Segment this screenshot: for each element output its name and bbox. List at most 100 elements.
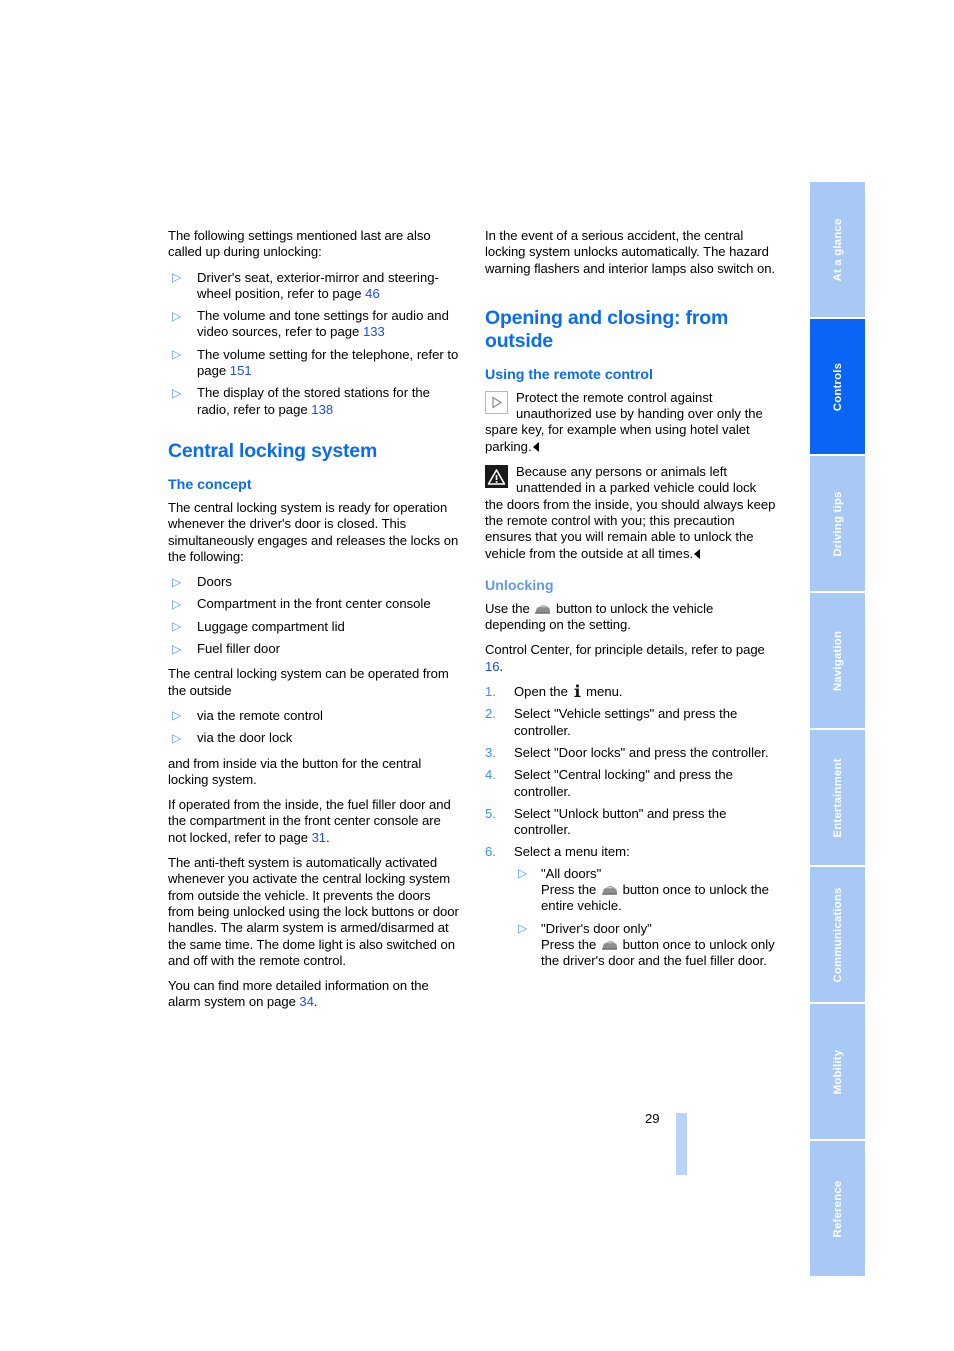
page-reference-link[interactable]: 16 bbox=[485, 659, 500, 674]
step-number: 5. bbox=[485, 805, 496, 821]
list-item: ▷ via the remote control bbox=[168, 708, 459, 724]
triangle-bullet-icon: ▷ bbox=[172, 596, 182, 611]
concept-paragraph: The central locking system is ready for … bbox=[168, 499, 459, 564]
triangle-bullet-icon: ▷ bbox=[518, 921, 528, 936]
step-number: 1. bbox=[485, 684, 496, 700]
list-item: ▷ via the door lock bbox=[168, 730, 459, 746]
triangle-bullet-icon: ▷ bbox=[172, 708, 182, 723]
subheading-unlocking: Unlocking bbox=[485, 577, 554, 594]
triangle-bullet-icon: ▷ bbox=[172, 347, 182, 362]
triangle-bullet-icon: ▷ bbox=[518, 866, 528, 881]
warning-triangle-icon bbox=[485, 465, 508, 489]
sidebar-item-label: At a glance bbox=[831, 218, 844, 281]
control-center-paragraph: Control Center, for principle details, r… bbox=[485, 642, 776, 675]
section-title-opening-closing: Opening and closing: from outside bbox=[485, 306, 729, 352]
page-reference-link[interactable]: 46 bbox=[365, 286, 380, 301]
end-of-warning-marker bbox=[694, 548, 701, 559]
list-item: 5. Select "Unlock button" and press the c… bbox=[485, 806, 776, 839]
alarm-text-end: . bbox=[313, 994, 318, 1010]
page-reference-link[interactable]: 31 bbox=[312, 830, 327, 845]
step-text: Select a menu item: bbox=[514, 844, 630, 860]
sidebar-item-communications[interactable]: Communications bbox=[810, 867, 865, 1002]
sidebar-item-at-a-glance[interactable]: At a glance bbox=[810, 182, 865, 317]
menu-item-title: "All doors" bbox=[541, 865, 602, 881]
triangle-bullet-icon: ▷ bbox=[172, 730, 182, 745]
step-text: Select "Door locks" and press the contro… bbox=[514, 744, 769, 760]
operated-paragraph: The central locking system can be operat… bbox=[168, 666, 449, 698]
step-number: 3. bbox=[485, 744, 496, 760]
list-item: 3. Select "Door locks" and press the cont… bbox=[485, 745, 776, 761]
page-reference-link[interactable]: 133 bbox=[363, 324, 385, 339]
concept-bullet-list: ▷ Doors ▷ Compartment in the front cente… bbox=[168, 574, 459, 657]
sidebar-item-mobility[interactable]: Mobility bbox=[810, 1004, 865, 1139]
page-number-bar bbox=[676, 1113, 687, 1175]
list-item-text: Compartment in the front center console bbox=[197, 596, 431, 612]
page-reference-link[interactable]: 138 bbox=[311, 402, 333, 417]
list-item: ▷ Driver's seat, exterior-mirror and ste… bbox=[168, 270, 459, 303]
triangle-bullet-icon: ▷ bbox=[172, 619, 182, 634]
sidebar-item-label: Communications bbox=[831, 886, 844, 983]
warning-callout: Because any persons or animals left unat… bbox=[485, 464, 776, 562]
list-item: ▷ Fuel filler door bbox=[168, 641, 459, 657]
antitheft-paragraph: The anti-theft system is automatically a… bbox=[168, 855, 459, 968]
list-item-text: via the door lock bbox=[197, 730, 293, 746]
list-item-text: The volume and tone settings for audio a… bbox=[197, 308, 449, 340]
alarm-paragraph: You can find more detailed information o… bbox=[168, 978, 459, 1011]
list-item: ▷ Doors bbox=[168, 574, 459, 590]
subheading-using-remote-control: Using the remote control bbox=[485, 366, 653, 383]
page-title: Central locking system bbox=[168, 439, 378, 462]
list-item: 1. Open the menu. bbox=[485, 684, 776, 700]
control-center-text-end: . bbox=[499, 658, 504, 674]
use-button-paragraph: Use the button to unlock the vehicle dep… bbox=[485, 601, 776, 634]
car-unlock-button-icon bbox=[601, 939, 618, 951]
page-number: 29 bbox=[645, 1111, 660, 1126]
triangle-bullet-icon: ▷ bbox=[172, 308, 182, 323]
end-of-note-marker bbox=[532, 441, 539, 452]
list-item: 4. Select "Central locking" and press the… bbox=[485, 767, 776, 800]
sidebar-item-reference[interactable]: Reference bbox=[810, 1141, 865, 1276]
note-callout: Protect the remote control against unaut… bbox=[485, 390, 776, 455]
fuel-filler-text-end: . bbox=[326, 829, 330, 845]
sidebar-item-driving-tips[interactable]: Driving tips bbox=[810, 456, 865, 591]
list-item: ▷ Compartment in the front center consol… bbox=[168, 596, 459, 612]
subheading-the-concept: The concept bbox=[168, 476, 252, 493]
step-number: 2. bbox=[485, 706, 496, 722]
list-item-text: Fuel filler door bbox=[197, 641, 280, 657]
section-tab-rail: At a glance Controls Driving tips Naviga… bbox=[810, 182, 865, 1276]
sidebar-item-label: Reference bbox=[831, 1180, 844, 1237]
list-item: ▷ The volume and tone settings for audio… bbox=[168, 308, 459, 341]
sidebar-item-label: Driving tips bbox=[831, 490, 844, 557]
sidebar-item-controls[interactable]: Controls bbox=[810, 319, 865, 454]
use-button-text-pre: Use the bbox=[485, 600, 534, 616]
car-unlock-button-icon bbox=[601, 884, 618, 896]
control-center-text: Control Center, for principle details, r… bbox=[485, 642, 765, 658]
left-column: The following settings mentioned last ar… bbox=[168, 228, 459, 1020]
fuel-filler-text: If operated from the inside, the fuel fi… bbox=[168, 797, 451, 845]
list-item: ▷ Luggage compartment lid bbox=[168, 619, 459, 635]
step-text-post: menu. bbox=[582, 684, 623, 700]
menu-item-list: ▷ "All doors" Press the button once to u… bbox=[514, 866, 776, 970]
list-item-text: Driver's seat, exterior-mirror and steer… bbox=[197, 269, 439, 301]
sidebar-item-label: Navigation bbox=[831, 630, 844, 691]
list-item: ▷ The display of the stored stations for… bbox=[168, 385, 459, 418]
accident-paragraph: In the event of a serious accident, the … bbox=[485, 228, 776, 276]
unlocking-steps-list: 1. Open the menu. 2. Select "Vehicle setti… bbox=[485, 684, 776, 969]
warning-text: Because any persons or animals left unat… bbox=[485, 464, 776, 561]
sidebar-item-entertainment[interactable]: Entertainment bbox=[810, 730, 865, 865]
step-text: Select "Vehicle settings" and press the … bbox=[514, 706, 738, 738]
page-reference-link[interactable]: 151 bbox=[230, 363, 252, 378]
sidebar-item-label: Mobility bbox=[831, 1049, 844, 1094]
menu-item-title: "Driver's door only" bbox=[541, 920, 652, 936]
intro-bullet-list: ▷ Driver's seat, exterior-mirror and ste… bbox=[168, 270, 459, 418]
list-item-text: via the remote control bbox=[197, 707, 323, 723]
list-item: ▷ "Driver's door only" Press the button … bbox=[514, 921, 776, 970]
manual-page: The following settings mentioned last ar… bbox=[0, 0, 954, 1351]
car-unlock-button-icon bbox=[534, 603, 551, 615]
sidebar-item-navigation[interactable]: Navigation bbox=[810, 593, 865, 728]
page-reference-link[interactable]: 34 bbox=[299, 994, 314, 1009]
triangle-bullet-icon: ▷ bbox=[172, 641, 182, 656]
triangle-bullet-icon: ▷ bbox=[172, 574, 182, 589]
operated-bullet-list: ▷ via the remote control ▷ via the door … bbox=[168, 708, 459, 747]
list-item-text: Luggage compartment lid bbox=[197, 618, 345, 634]
note-text: Protect the remote control against unaut… bbox=[485, 389, 763, 454]
